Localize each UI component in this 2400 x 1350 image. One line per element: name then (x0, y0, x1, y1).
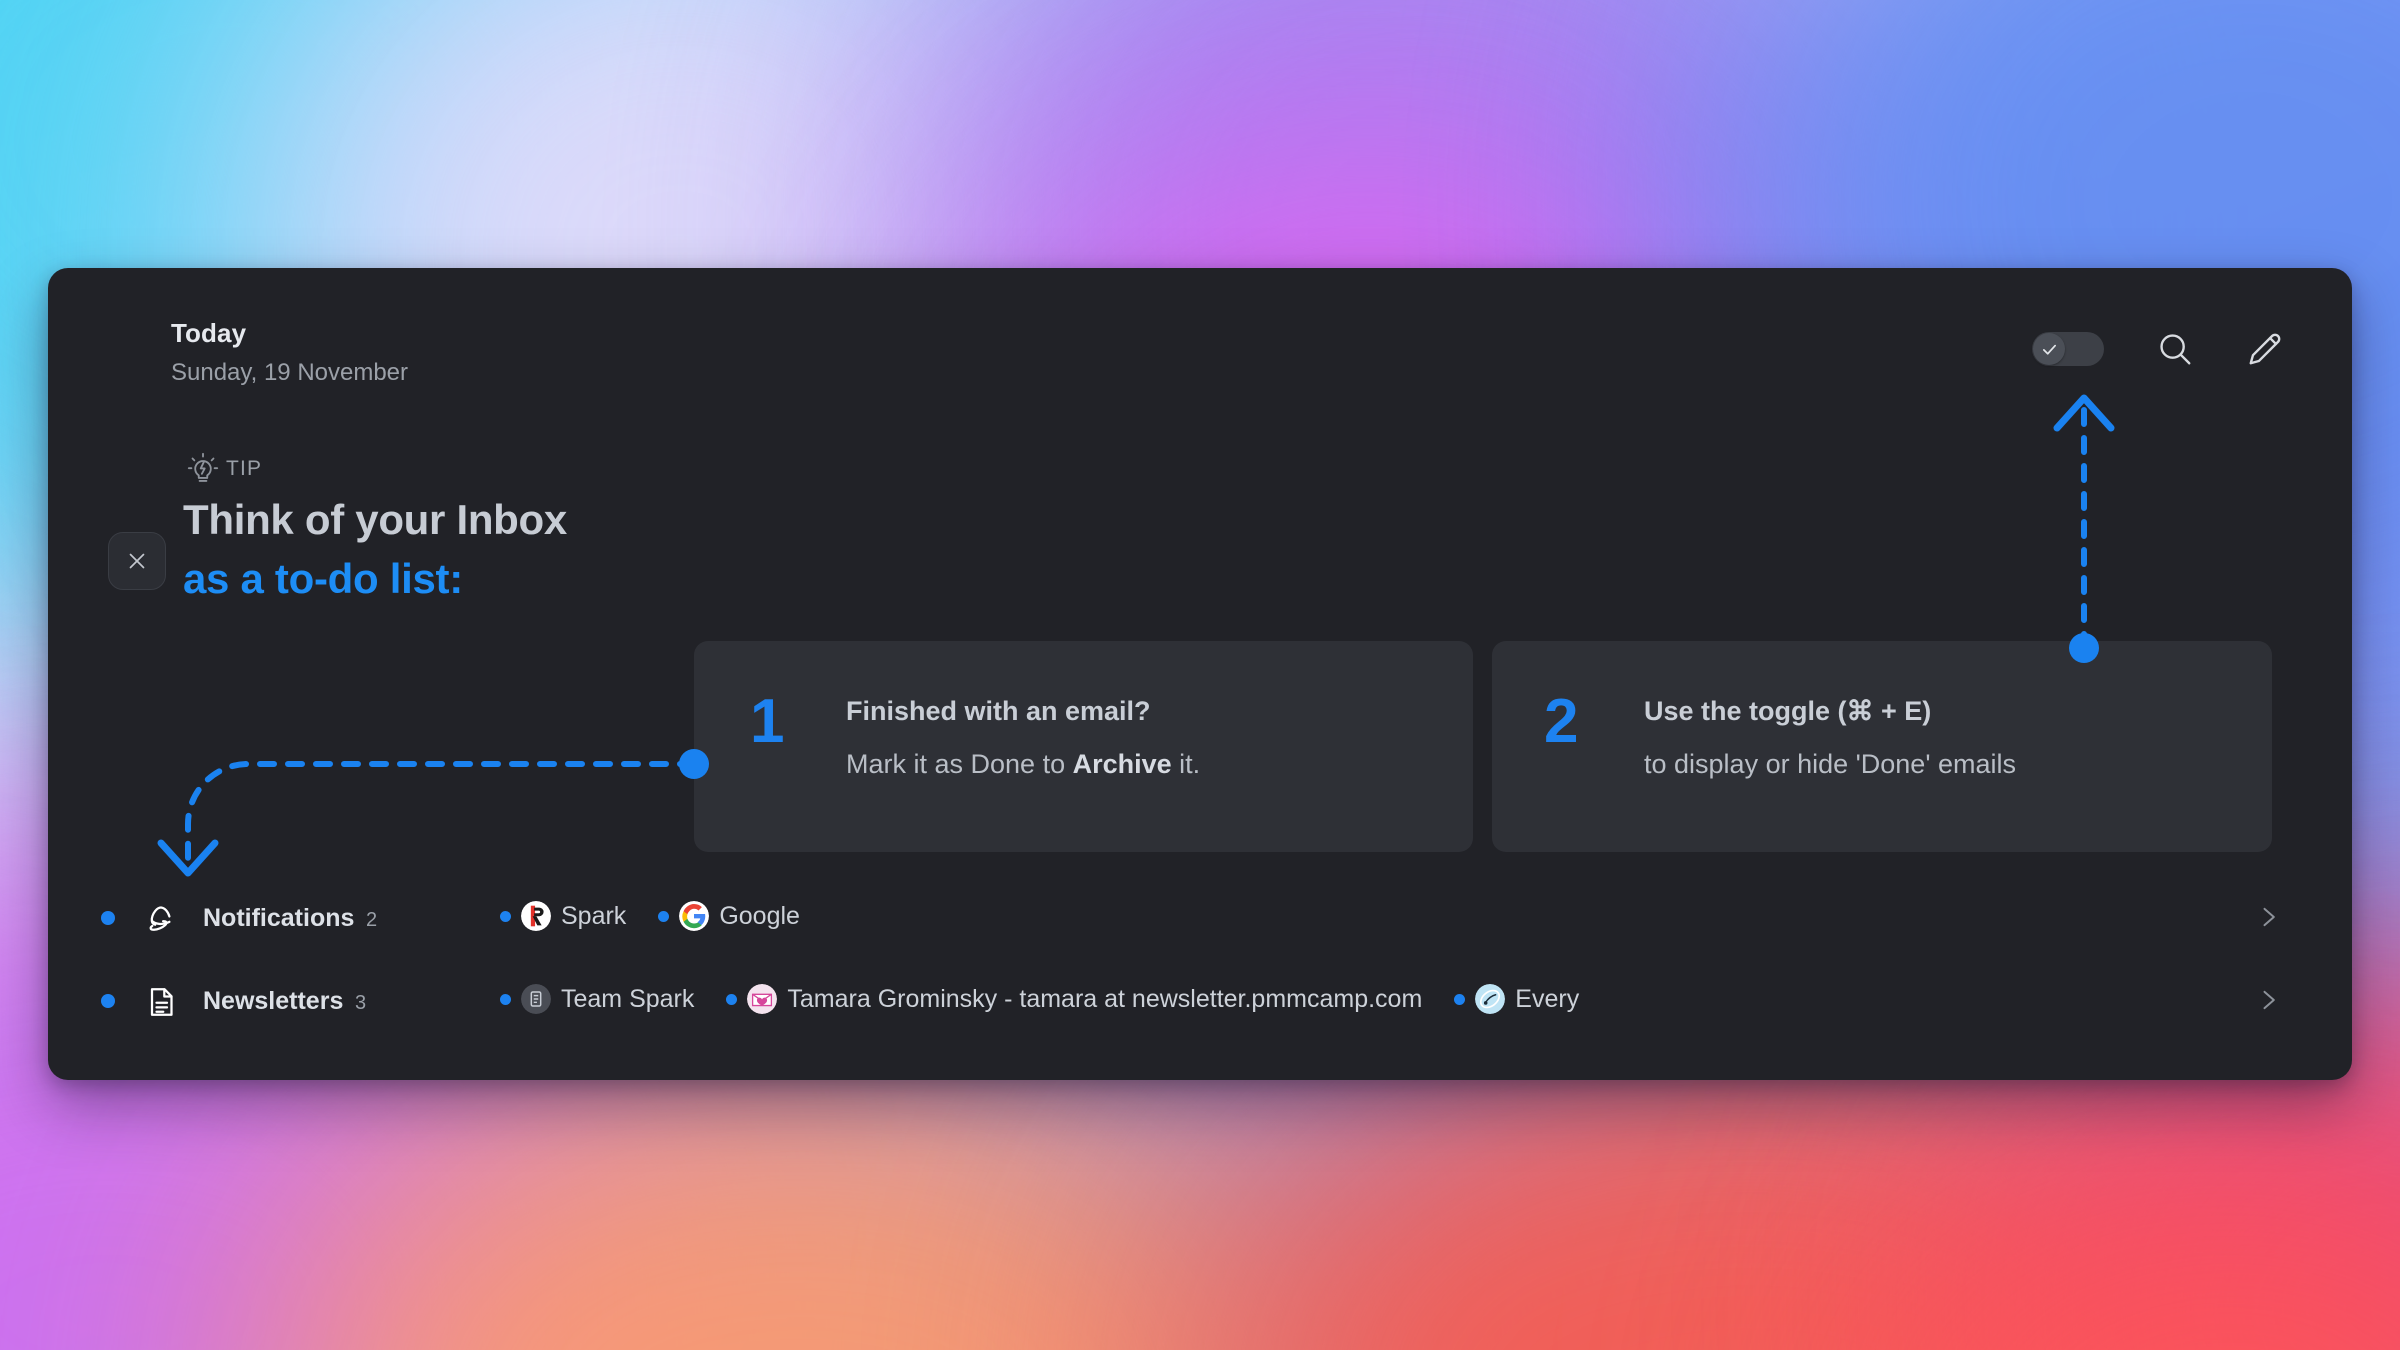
header-toolbar (2032, 330, 2284, 368)
chip-dot (500, 993, 511, 1005)
chip-label: Tamara Grominsky - tamara at newsletter.… (787, 984, 1423, 1013)
group-count: 3 (355, 992, 367, 1014)
team-spark-avatar (521, 984, 551, 1014)
chip-every[interactable]: Every (1454, 984, 1579, 1014)
tip-headline-line1: Think of your Inbox (183, 496, 567, 543)
close-tip-button[interactable] (108, 532, 166, 590)
page-title: Today (171, 318, 247, 348)
list-item[interactable]: Notifications 2 Spark Google (48, 885, 2352, 949)
chevron-right-icon[interactable] (2254, 903, 2282, 931)
unread-dot (101, 911, 115, 925)
tip-card-2[interactable]: 2 Use the toggle (⌘ + E) to display or h… (1492, 641, 2272, 852)
tip-card-1-body-suffix: it. (1171, 749, 1201, 779)
inbox-panel: Today Sunday, 19 November TIP Think of y… (48, 268, 2352, 1080)
lightbulb-icon (186, 452, 220, 486)
tamara-avatar (747, 984, 778, 1014)
chip-google[interactable]: Google (658, 901, 800, 931)
group-count: 2 (366, 909, 378, 931)
tip-headline-line2: as a to-do list: (183, 555, 463, 602)
chip-team-spark[interactable]: Team Spark (500, 984, 694, 1014)
chip-label: Spark (561, 901, 627, 930)
bell-icon (143, 901, 179, 937)
unread-dot (101, 994, 115, 1008)
tip-card-2-number: 2 (1544, 687, 1579, 756)
chip-dot (726, 993, 738, 1005)
list-item[interactable]: Newsletters 3 Team Spark Tamara Grominsk… (48, 968, 2352, 1032)
chip-dot (1454, 993, 1466, 1005)
chip-label: Every (1515, 984, 1580, 1013)
search-icon[interactable] (2156, 330, 2194, 368)
chip-spark[interactable]: Spark (500, 901, 626, 931)
group-name: Notifications (203, 904, 355, 932)
check-icon (2042, 344, 2056, 355)
chevron-right-icon[interactable] (2254, 986, 2282, 1014)
chip-label: Google (719, 901, 800, 930)
page-date: Sunday, 19 November (171, 359, 409, 386)
group-chips: Spark Google (500, 901, 800, 931)
tip-card-1-body: Mark it as Done to Archive it. (846, 749, 1200, 780)
chip-dot (500, 910, 511, 922)
chip-tamara[interactable]: Tamara Grominsky - tamara at newsletter.… (726, 984, 1422, 1014)
tip-card-2-body: to display or hide 'Done' emails (1644, 749, 2017, 779)
tip-card-1[interactable]: 1 Finished with an email? Mark it as Don… (694, 641, 1473, 852)
close-icon (129, 553, 145, 569)
done-toggle[interactable] (2032, 332, 2104, 366)
tip-card-1-number: 1 (750, 687, 785, 756)
toggle-knob (2033, 333, 2065, 365)
tip-card-2-title: Use the toggle (⌘ + E) (1644, 696, 1932, 726)
tip-card-1-body-strong: Archive (1072, 749, 1172, 779)
chip-label: Team Spark (561, 984, 695, 1013)
tip-card-1-body-prefix: Mark it as Done to (846, 749, 1073, 779)
chip-dot (658, 910, 670, 922)
spark-avatar (521, 901, 551, 931)
tip-label: TIP (226, 457, 263, 480)
tip-card-1-title: Finished with an email? (846, 696, 1151, 726)
every-avatar (1475, 984, 1506, 1014)
group-name: Newsletters (203, 987, 344, 1015)
google-avatar (679, 901, 710, 931)
group-chips: Team Spark Tamara Grominsky - tamara at … (500, 984, 1579, 1014)
newsletter-icon (143, 984, 179, 1020)
tip-badge: TIP (186, 452, 262, 486)
compose-icon[interactable] (2246, 330, 2284, 368)
